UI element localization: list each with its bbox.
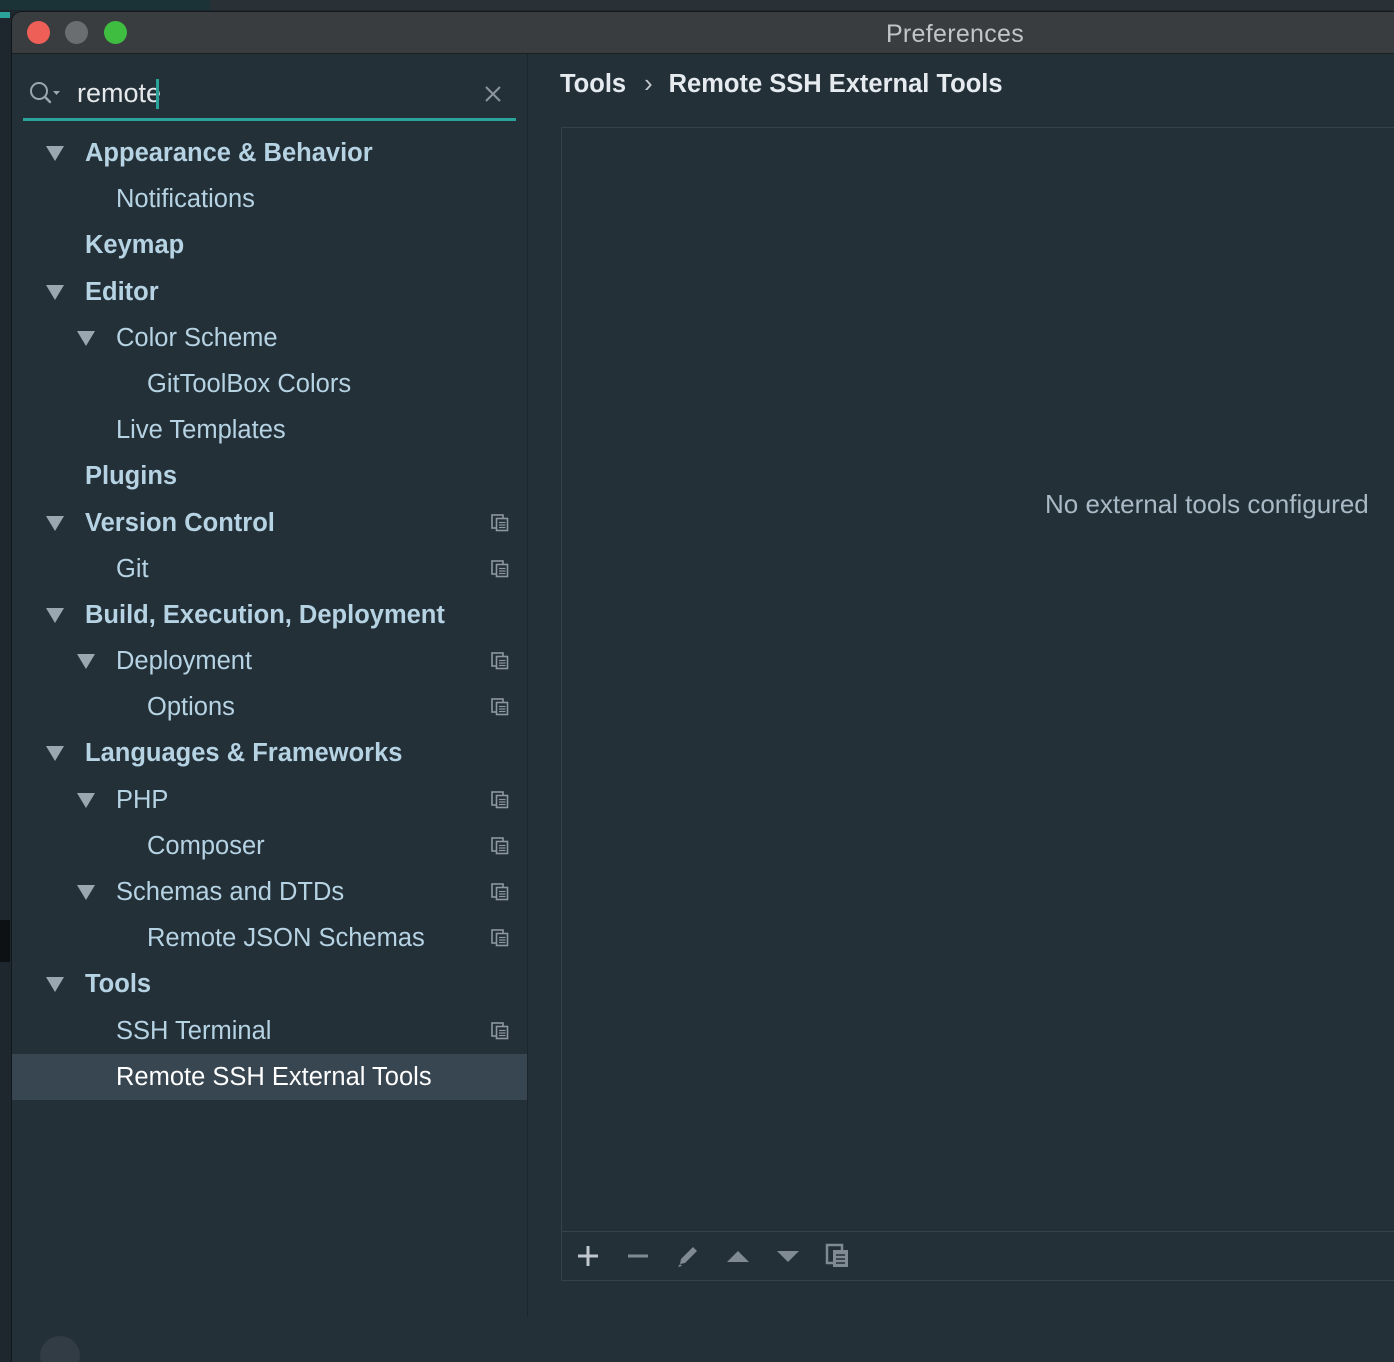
expand-arrow-icon[interactable] <box>77 654 95 670</box>
project-level-icon <box>491 837 509 855</box>
tree-item-label: Editor <box>85 277 159 306</box>
move-up-icon[interactable] <box>724 1242 752 1270</box>
project-level-icon <box>491 698 509 716</box>
tree-item-label: Remote JSON Schemas <box>147 924 425 953</box>
tree-item-label: Live Templates <box>116 416 286 445</box>
window-title: Preferences <box>885 20 1025 48</box>
expand-arrow-icon[interactable] <box>46 515 64 531</box>
tree-item-color-scheme[interactable]: Color Scheme <box>12 315 527 361</box>
tree-item-plugins[interactable]: Plugins <box>12 453 527 499</box>
tree-item-label: Keymap <box>85 231 185 260</box>
tree-item-ssh-terminal[interactable]: SSH Terminal <box>12 1008 527 1054</box>
project-level-icon <box>491 559 509 577</box>
tree-item-label: Languages & Frameworks <box>85 739 403 768</box>
remove-icon[interactable] <box>624 1242 652 1270</box>
tree-item-label: GitToolBox Colors <box>147 369 352 398</box>
tree-item-label: Options <box>147 693 235 722</box>
tree-item-editor[interactable]: Editor <box>12 269 527 315</box>
tree-item-label: Build, Execution, Deployment <box>85 600 445 629</box>
project-level-icon <box>491 929 509 947</box>
search-input[interactable] <box>77 78 437 108</box>
tree-item-label: SSH Terminal <box>116 1016 272 1045</box>
expand-arrow-icon[interactable] <box>46 146 64 161</box>
expand-arrow-icon[interactable] <box>77 792 95 808</box>
tree-item-build-execution-deployment[interactable]: Build, Execution, Deployment <box>12 592 527 638</box>
empty-state-text: No external tools configured <box>1045 489 1369 519</box>
tree-item-label: Schemas and DTDs <box>116 878 345 906</box>
tree-item-options[interactable]: Options <box>12 684 527 730</box>
tree-item-appearance-behavior[interactable]: Appearance & Behavior <box>12 130 527 176</box>
breadcrumb: Tools › Remote SSH External Tools <box>560 70 1003 99</box>
expand-arrow-icon[interactable] <box>77 330 95 346</box>
search-icon[interactable] <box>29 80 61 106</box>
expand-arrow-icon[interactable] <box>46 977 64 993</box>
tree-item-languages-frameworks[interactable]: Languages & Frameworks <box>12 730 527 776</box>
tree-item-keymap[interactable]: Keymap <box>12 222 527 268</box>
tree-item-php[interactable]: PHP <box>12 777 527 823</box>
expand-arrow-icon[interactable] <box>46 284 64 300</box>
move-down-icon[interactable] <box>774 1242 802 1270</box>
project-level-icon <box>491 513 509 531</box>
tree-item-remote-json-schemas[interactable]: Remote JSON Schemas <box>12 915 527 961</box>
tree-item-label: Tools <box>85 970 152 999</box>
tree-item-label: Version Control <box>85 508 275 537</box>
tree-item-label: Appearance & Behavior <box>85 139 373 167</box>
breadcrumb-current: Remote SSH External Tools <box>668 70 1003 98</box>
expand-arrow-icon[interactable] <box>46 607 64 623</box>
copy-icon[interactable] <box>824 1242 852 1270</box>
desktop-accent <box>0 0 210 10</box>
tree-item-git[interactable]: Git <box>12 546 527 592</box>
project-level-icon <box>491 1021 509 1039</box>
tree-item-composer[interactable]: Composer <box>12 823 527 869</box>
external-tools-panel: No external tools configured <box>561 127 1394 1281</box>
tree-item-version-control[interactable]: Version Control <box>12 500 527 546</box>
tree-item-schemas-and-dtds[interactable]: Schemas and DTDs <box>12 869 527 915</box>
breadcrumb-parent[interactable]: Tools <box>560 70 626 98</box>
tree-item-notifications[interactable]: Notifications <box>12 176 527 222</box>
expand-arrow-icon[interactable] <box>77 885 95 900</box>
tree-item-remote-ssh-external-tools[interactable]: Remote SSH External Tools <box>12 1053 527 1100</box>
project-level-icon <box>491 883 509 901</box>
search-box <box>23 70 516 121</box>
preferences-window: Preferences Appearance & Behavior Notific… <box>12 12 1394 1362</box>
breadcrumb-separator-icon: › <box>644 70 653 98</box>
project-level-icon <box>491 790 509 808</box>
text-caret <box>156 79 159 109</box>
tree-item-label: Notifications <box>116 185 255 214</box>
tree-item-label: Plugins <box>85 462 178 491</box>
edit-icon[interactable] <box>674 1242 702 1270</box>
tree-item-gittoolbox-colors[interactable]: GitToolBox Colors <box>12 361 527 407</box>
settings-sidebar: Appearance & Behavior Notifications Keymap… <box>12 54 528 1316</box>
settings-tree: Appearance & Behavior Notifications Keymap… <box>12 130 527 1100</box>
tree-item-label: Remote SSH External Tools <box>116 1062 432 1091</box>
tree-item-label: Composer <box>147 831 265 860</box>
tree-item-live-templates[interactable]: Live Templates <box>12 407 527 453</box>
tree-item-deployment[interactable]: Deployment <box>12 638 527 684</box>
tools-toolbar <box>562 1231 1394 1280</box>
tree-item-label: Deployment <box>116 647 253 676</box>
tree-item-tools[interactable]: Tools <box>12 961 527 1007</box>
expand-arrow-icon[interactable] <box>46 746 64 762</box>
clear-search-icon[interactable] <box>482 83 504 105</box>
tree-item-label: Color Scheme <box>116 323 278 352</box>
desktop-left-edge <box>0 920 10 962</box>
desktop-accent-mark <box>0 12 10 18</box>
tree-item-label: PHP <box>116 785 169 814</box>
add-icon[interactable] <box>574 1242 602 1270</box>
help-button[interactable] <box>40 1336 80 1362</box>
project-level-icon <box>491 652 509 670</box>
tree-item-label: Git <box>116 554 149 583</box>
title-bar: Preferences <box>12 12 1394 54</box>
